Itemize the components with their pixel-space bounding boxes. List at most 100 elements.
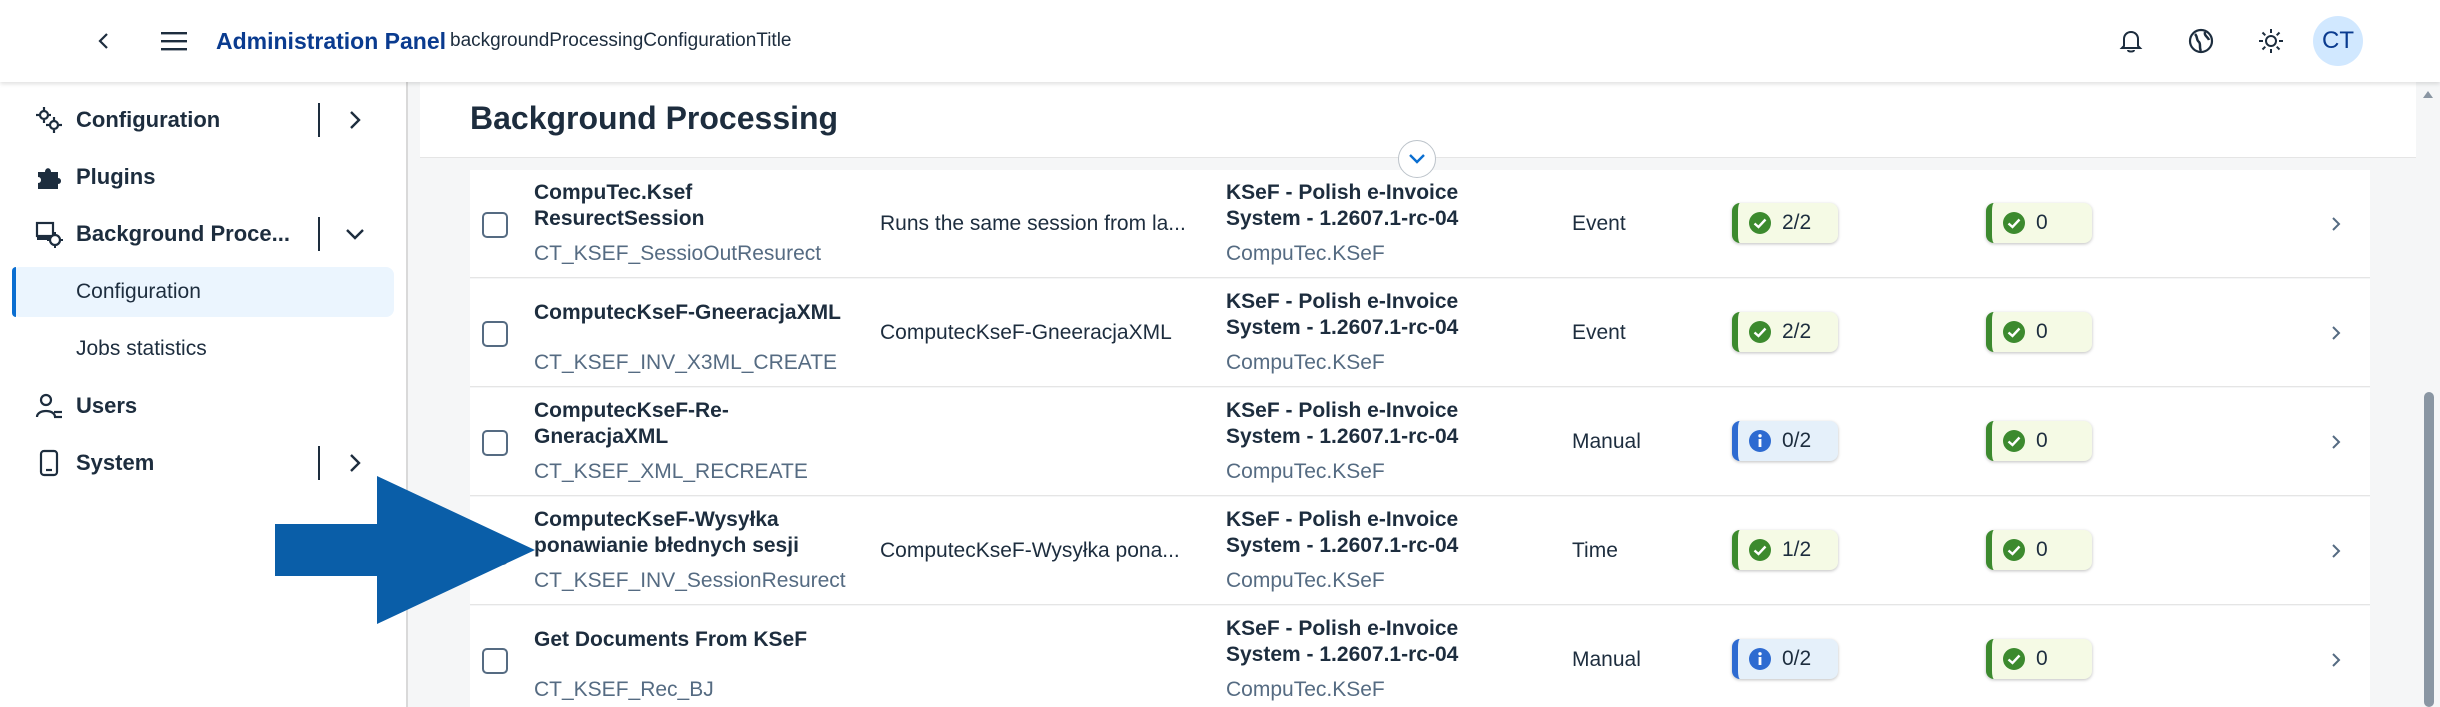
chevron-right-icon[interactable] — [2322, 319, 2350, 347]
annotation-arrow-icon — [275, 476, 535, 624]
check-circle-icon — [1748, 211, 1772, 235]
table-row[interactable]: Get Documents From KSeF CT_KSEF_Rec_BJ K… — [470, 606, 2370, 707]
job-name: ComputecKseF-Wysyłka ponawianie błednych… — [534, 508, 799, 557]
job-code: CT_KSEF_Rec_BJ — [534, 678, 714, 701]
status-badge-text: 1/2 — [1782, 538, 1812, 561]
chevron-down-icon[interactable] — [340, 219, 370, 249]
bell-icon[interactable] — [2113, 23, 2149, 59]
check-circle-icon — [2002, 647, 2026, 671]
job-name: CompuTec.Ksef ResurectSession — [534, 181, 705, 230]
job-trigger: Manual — [1572, 430, 1641, 453]
job-trigger: Event — [1572, 321, 1626, 344]
status-badge: 1/2 — [1732, 530, 1838, 570]
app-title[interactable]: Administration Panel — [216, 28, 446, 55]
divider — [318, 446, 320, 480]
scrollbar-thumb[interactable] — [2424, 392, 2434, 707]
scroll-up-arrow-icon[interactable] — [2420, 86, 2436, 102]
divider — [318, 103, 320, 137]
chevron-right-icon[interactable] — [2322, 428, 2350, 456]
job-description: ComputecKseF-GneeracjaXML — [880, 321, 1172, 344]
job-vendor: CompuTec.KSeF — [1226, 569, 1385, 592]
status-badge-text: 0 — [2036, 429, 2048, 452]
gears-icon — [34, 105, 64, 135]
table-row[interactable]: ComputecKseF-Wysyłka ponawianie błednych… — [470, 497, 2370, 605]
background-process-icon — [34, 219, 64, 249]
job-vendor: CompuTec.KSeF — [1226, 351, 1385, 374]
job-name: ComputecKseF-Re-GneracjaXML — [534, 399, 729, 448]
status-badge-text: 2/2 — [1782, 320, 1812, 343]
divider — [318, 217, 320, 251]
table-row[interactable]: ComputecKseF-GneeracjaXML CT_KSEF_INV_X3… — [470, 279, 2370, 387]
sidebar-item-label: Background Proce... — [76, 221, 290, 246]
sidebar-subitem-jobs-statistics[interactable]: Jobs statistics — [12, 324, 394, 374]
job-name: Get Documents From KSeF — [534, 628, 808, 651]
job-package: KSeF - Polish e-Invoice System - 1.2607.… — [1226, 290, 1459, 339]
table-row[interactable]: ComputecKseF-Re-GneracjaXML CT_KSEF_XML_… — [470, 388, 2370, 496]
shell-bar: Administration Panel backgroundProcessin… — [0, 0, 2440, 82]
row-checkbox[interactable] — [482, 212, 508, 238]
job-trigger: Event — [1572, 212, 1626, 235]
job-name: ComputecKseF-GneeracjaXML — [534, 301, 841, 324]
status-badge: 0 — [1986, 639, 2092, 679]
sidebar-item-background-processing[interactable]: Background Proce... — [0, 209, 408, 259]
job-vendor: CompuTec.KSeF — [1226, 678, 1385, 701]
job-package: KSeF - Polish e-Invoice System - 1.2607.… — [1226, 181, 1459, 230]
job-description: Runs the same session from la... — [880, 212, 1186, 235]
sidebar-subitem-label: Jobs statistics — [76, 337, 207, 360]
status-badge: 0 — [1986, 421, 2092, 461]
chevron-right-icon[interactable] — [340, 105, 370, 135]
job-description: ComputecKseF-Wysyłka pona... — [880, 539, 1180, 562]
job-trigger: Time — [1572, 539, 1618, 562]
menu-icon[interactable] — [156, 23, 192, 59]
job-code: CT_KSEF_XML_RECREATE — [534, 460, 808, 483]
sidebar-item-configuration[interactable]: Configuration — [0, 95, 408, 145]
sidebar-subitem-configuration[interactable]: Configuration — [12, 267, 394, 317]
sidebar-item-plugins[interactable]: Plugins — [0, 152, 408, 202]
page-subtitle: backgroundProcessingConfigurationTitle — [450, 30, 792, 51]
chevron-right-icon[interactable] — [2322, 210, 2350, 238]
status-badge-text: 0 — [2036, 211, 2048, 234]
status-badge: 0 — [1986, 312, 2092, 352]
table-row[interactable]: CompuTec.Ksef ResurectSession CT_KSEF_Se… — [470, 170, 2370, 278]
check-circle-icon — [2002, 211, 2026, 235]
job-package: KSeF - Polish e-Invoice System - 1.2607.… — [1226, 508, 1459, 557]
job-code: CT_KSEF_INV_SessionResurect — [534, 569, 846, 592]
sidebar-item-label: Plugins — [76, 164, 156, 189]
check-circle-icon — [1748, 538, 1772, 562]
device-icon — [34, 448, 64, 478]
job-trigger: Manual — [1572, 648, 1641, 671]
user-icon — [34, 391, 64, 421]
job-package: KSeF - Polish e-Invoice System - 1.2607.… — [1226, 399, 1459, 448]
page-title: Background Processing — [470, 100, 839, 136]
sidebar-subitem-label: Configuration — [76, 280, 201, 303]
chevron-down-icon — [1409, 154, 1425, 164]
vertical-scrollbar[interactable] — [2416, 82, 2440, 707]
avatar[interactable]: CT — [2313, 16, 2363, 66]
status-badge: 0/2 — [1732, 421, 1838, 461]
job-package: KSeF - Polish e-Invoice System - 1.2607.… — [1226, 617, 1459, 666]
info-icon — [1748, 647, 1772, 671]
sidebar-item-users[interactable]: Users — [0, 381, 408, 431]
main-content: Background Processing CompuTec.Ksef Resu… — [420, 82, 2416, 707]
status-badge: 0 — [1986, 530, 2092, 570]
chevron-right-icon[interactable] — [2322, 646, 2350, 674]
chevron-right-icon[interactable] — [340, 448, 370, 478]
status-badge: 0/2 — [1732, 639, 1838, 679]
check-circle-icon — [2002, 429, 2026, 453]
row-checkbox[interactable] — [482, 430, 508, 456]
row-checkbox[interactable] — [482, 648, 508, 674]
chevron-right-icon[interactable] — [2322, 537, 2350, 565]
sidebar-item-label: Users — [76, 393, 138, 418]
collapse-header-button[interactable] — [1398, 140, 1436, 178]
back-icon[interactable] — [86, 23, 122, 59]
sun-icon[interactable] — [2253, 23, 2289, 59]
status-badge: 2/2 — [1732, 203, 1838, 243]
status-badge: 0 — [1986, 203, 2092, 243]
puzzle-icon — [34, 162, 64, 192]
globe-icon[interactable] — [2183, 23, 2219, 59]
status-badge-text: 0 — [2036, 538, 2048, 561]
status-badge-text: 0 — [2036, 320, 2048, 343]
row-checkbox[interactable] — [482, 321, 508, 347]
status-badge-text: 2/2 — [1782, 211, 1812, 234]
sidebar-item-label: Configuration — [76, 107, 221, 132]
